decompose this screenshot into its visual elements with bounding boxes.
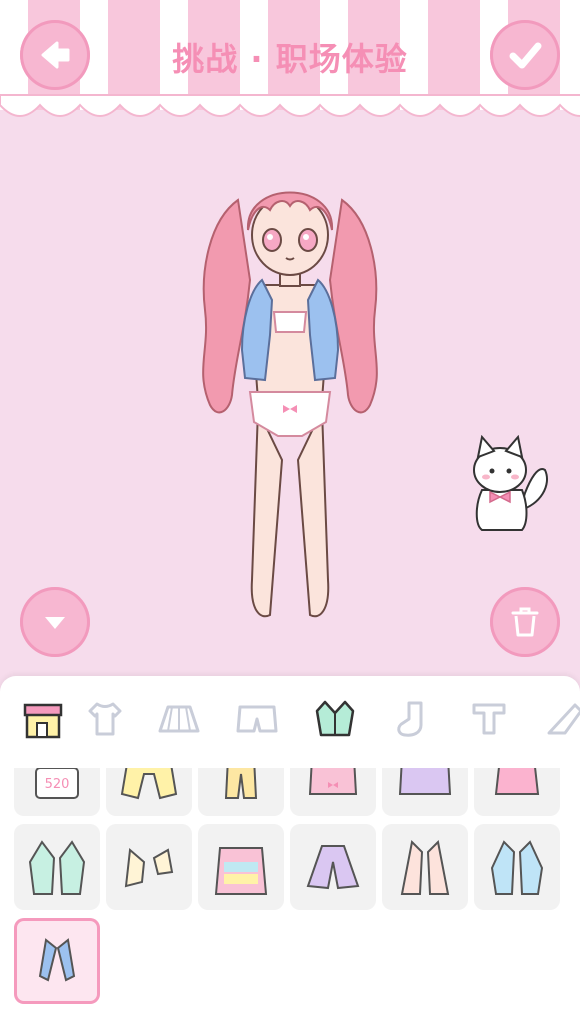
item-blue-laced-jacket[interactable] [474,824,560,910]
item-yellow-jacket[interactable] [106,768,192,816]
tab-socks[interactable] [386,694,436,744]
confirm-button[interactable] [490,20,560,90]
wardrobe-panel: 520 [0,676,580,1031]
bolero-icon [124,848,174,888]
item-purple-hoodie[interactable] [382,768,468,816]
hoodie-rainbow-icon [214,847,268,895]
cardigan-blue-icon [38,938,76,982]
trash-icon [511,607,539,637]
collapse-button[interactable] [20,587,90,657]
tab-shoes[interactable] [540,694,580,744]
item-mint-star-jacket[interactable] [14,824,100,910]
item-pink-bow-coat[interactable] [290,768,376,816]
jacket-mint-icon [28,840,86,895]
socks-icon [397,701,423,737]
coat-peach-icon [400,839,450,895]
item-grid: 520 [0,768,580,1031]
shorts-icon [236,705,278,733]
white-cat [473,435,548,531]
jacket-icon [315,700,355,737]
jacket-yellow-icon [120,768,178,800]
pants-icon [224,768,258,799]
skirt-icon [158,705,200,733]
apron-text: 520 [45,777,70,792]
dressup-character [202,191,378,618]
chevron-down-icon [45,617,65,629]
item-apron-520[interactable]: 520 [14,768,100,816]
hoodie-purple-icon [398,768,452,795]
tab-shop[interactable] [18,694,68,744]
tab-jacket[interactable] [310,694,360,744]
item-cream-bolero[interactable] [106,824,192,910]
clear-button[interactable] [490,587,560,657]
coat-pink-icon [308,768,358,795]
cape-icon [306,845,360,890]
back-arrow-icon [41,41,70,69]
item-yellow-pants[interactable] [198,768,284,816]
item-rainbow-hoodie[interactable] [198,824,284,910]
tab-top[interactable] [464,694,514,744]
back-button[interactable] [20,20,90,90]
apron-icon: 520 [35,768,79,799]
category-tabs [0,676,580,762]
item-pink-cardigan[interactable] [474,768,560,816]
check-icon [509,42,542,69]
top-icon [472,703,506,735]
item-blue-cardigan[interactable] [14,918,100,1004]
shop-icon [23,703,63,739]
tshirt-icon [88,702,122,736]
tab-skirt[interactable] [154,694,204,744]
dressing-stage: 挑战 · 职场体验 [0,0,580,690]
cardigan-pink-icon [494,768,540,795]
page-title: 挑战 · 职场体验 [172,40,408,78]
tab-tshirt[interactable] [80,694,130,744]
item-peach-coat[interactable] [382,824,468,910]
jacket-blue-icon [490,840,544,895]
shoe-icon [547,703,580,735]
item-purple-cape[interactable] [290,824,376,910]
tab-shorts[interactable] [232,694,282,744]
